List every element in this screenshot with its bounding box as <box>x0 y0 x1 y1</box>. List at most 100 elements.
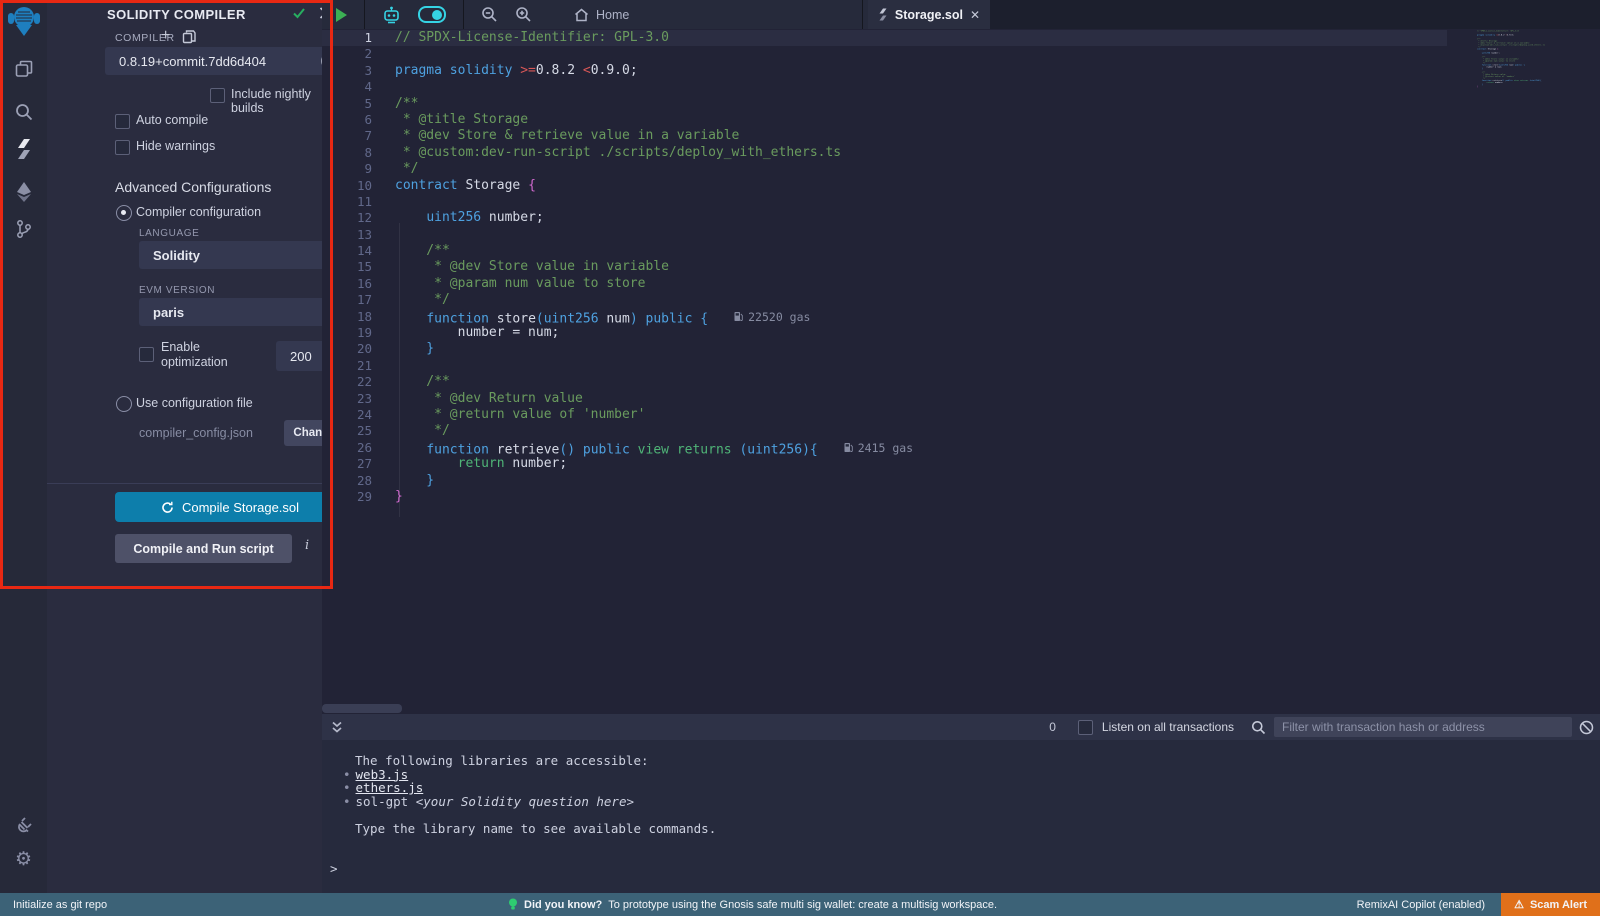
compile-button[interactable]: Compile Storage.sol <box>115 492 345 522</box>
code-line[interactable]: 6 * @title Storage <box>322 112 1447 128</box>
terminal-prompt[interactable]: > <box>330 862 338 876</box>
code-line[interactable]: 9 */ <box>322 161 1447 177</box>
solidity-compiler-panel: SOLIDITY COMPILER COMPILER + 0.8.19+comm… <box>47 0 322 893</box>
line-number: 25 <box>322 423 372 439</box>
line-number: 8 <box>322 145 372 161</box>
scam-alert-badge[interactable]: ⚠ Scam Alert <box>1501 893 1600 916</box>
library-link[interactable]: ethers.js <box>356 780 424 795</box>
clear-console-icon[interactable] <box>1579 720 1594 735</box>
line-number: 6 <box>322 112 372 128</box>
code-line[interactable]: 22 /** <box>322 374 1447 390</box>
terminal-line <box>322 808 1600 822</box>
terminal-body[interactable]: The following libraries are accessible:•… <box>322 740 1600 893</box>
code-line[interactable]: 14 /** <box>322 243 1447 259</box>
status-right-group: RemixAI Copilot (enabled) ⚠ Scam Alert <box>1357 893 1600 916</box>
code-line[interactable]: 13 <box>322 227 1447 243</box>
code-line[interactable]: 24 * @return value of 'number' <box>322 407 1447 423</box>
tabbar-icons-group <box>322 0 560 29</box>
warning-icon: ⚠ <box>1514 898 1524 911</box>
terminal-line: •ethers.js <box>322 781 1600 795</box>
include-nightly-checkbox[interactable] <box>210 88 225 103</box>
code-line[interactable]: 29} <box>322 489 1447 505</box>
settings-gear-icon[interactable]: ⚙ <box>0 842 47 876</box>
line-number: 10 <box>322 178 372 194</box>
tab-home[interactable]: Home <box>574 8 629 22</box>
enable-optimization-checkbox[interactable] <box>139 347 154 362</box>
editor-tabbar: Home Storage.sol ✕ <box>322 0 1600 29</box>
copilot-status[interactable]: RemixAI Copilot (enabled) <box>1357 899 1485 911</box>
editor-minimap[interactable]: // SPDX-License-Identifier: GPL-3.0 prag… <box>1477 30 1593 110</box>
auto-compile-checkbox[interactable] <box>115 114 130 129</box>
tab-storage-sol[interactable]: Storage.sol ✕ <box>868 0 990 29</box>
code-editor[interactable]: 1// SPDX-License-Identifier: GPL-3.023pr… <box>322 29 1600 714</box>
close-tab-icon[interactable]: ✕ <box>970 8 980 22</box>
code-line[interactable]: 28 } <box>322 473 1447 489</box>
line-number: 23 <box>322 391 372 407</box>
copy-compiler-icon[interactable] <box>182 29 196 44</box>
solidity-compiler-icon[interactable] <box>0 132 47 166</box>
code-line[interactable]: 11 <box>322 194 1447 210</box>
code-line[interactable]: 23 * @dev Return value <box>322 391 1447 407</box>
search-icon[interactable] <box>0 95 47 129</box>
language-select[interactable]: Solidity ▲▼ <box>139 241 345 269</box>
compiler-version-select[interactable]: 0.8.19+commit.7dd6d404 ▲▼ <box>105 47 345 75</box>
hide-warnings-checkbox[interactable] <box>115 140 130 155</box>
code-line[interactable]: 17 */ <box>322 292 1447 308</box>
remix-logo-icon[interactable] <box>0 4 47 38</box>
file-explorer-icon[interactable] <box>0 52 47 86</box>
compiler-config-radio[interactable] <box>116 205 132 221</box>
use-config-file-label: Use configuration file <box>136 396 253 410</box>
add-compiler-icon[interactable]: + <box>161 27 170 45</box>
code-line[interactable]: 25 */ <box>322 423 1447 439</box>
zoom-in-icon[interactable] <box>515 6 532 23</box>
tip-text: To prototype using the Gnosis safe multi… <box>608 899 997 911</box>
code-line[interactable]: 5/** <box>322 96 1447 112</box>
code-line[interactable]: 8 * @custom:dev-run-script ./scripts/dep… <box>322 145 1447 161</box>
code-line[interactable]: 15 * @dev Store value in variable <box>322 259 1447 275</box>
compile-success-check-icon <box>292 6 306 20</box>
expand-terminal-icon[interactable] <box>331 721 343 734</box>
git-icon[interactable] <box>0 212 47 246</box>
info-icon[interactable]: i <box>305 538 309 553</box>
line-number: 1 <box>322 30 372 46</box>
use-config-file-radio[interactable] <box>116 396 132 412</box>
code-line[interactable]: 10contract Storage { <box>322 178 1447 194</box>
code-line[interactable]: 19 number = num; <box>322 325 1447 341</box>
deploy-run-icon[interactable] <box>0 175 47 209</box>
editor-horizontal-scrollbar[interactable] <box>322 704 402 713</box>
evm-version-value: paris <box>139 305 184 320</box>
line-number: 21 <box>322 358 372 374</box>
code-line[interactable]: 1// SPDX-License-Identifier: GPL-3.0 <box>322 30 1447 46</box>
compile-and-run-button[interactable]: Compile and Run script <box>115 534 292 563</box>
code-line[interactable]: 26 function retrieve() public view retur… <box>322 440 1447 456</box>
optimization-runs-value: 200 <box>276 349 312 364</box>
git-init-status[interactable]: Initialize as git repo <box>13 899 107 911</box>
code-line[interactable]: 16 * @param num value to store <box>322 276 1447 292</box>
evm-version-select[interactable]: paris ▲▼ <box>139 298 345 326</box>
active-tab-label: Storage.sol <box>895 8 963 22</box>
panel-title: SOLIDITY COMPILER <box>107 7 246 22</box>
code-line[interactable]: 12 uint256 number; <box>322 210 1447 226</box>
listen-transactions-checkbox[interactable] <box>1078 720 1093 735</box>
evm-version-label: EVM VERSION <box>139 285 215 296</box>
code-line[interactable]: 2 <box>322 46 1447 62</box>
copilot-toggle[interactable] <box>418 6 446 23</box>
advanced-configurations-title[interactable]: Advanced Configurations <box>115 179 271 195</box>
compiler-config-label: Compiler configuration <box>136 205 261 219</box>
zoom-out-icon[interactable] <box>481 6 498 23</box>
code-line[interactable]: 3pragma solidity >=0.8.2 <0.9.0; <box>322 63 1447 79</box>
code-line[interactable]: 20 } <box>322 341 1447 357</box>
home-icon <box>574 8 589 22</box>
run-script-play-button[interactable] <box>336 8 347 22</box>
terminal-search-icon[interactable] <box>1251 720 1266 735</box>
solidity-file-icon <box>878 8 888 21</box>
plugin-manager-icon[interactable] <box>0 808 47 842</box>
transaction-filter-input[interactable] <box>1274 717 1572 737</box>
code-line[interactable]: 18 function store(uint256 num) public {2… <box>322 309 1447 325</box>
code-line[interactable]: 21 <box>322 358 1447 374</box>
indent-guide <box>399 223 400 517</box>
ai-copilot-robot-icon[interactable] <box>382 6 401 24</box>
code-line[interactable]: 7 * @dev Store & retrieve value in a var… <box>322 128 1447 144</box>
code-line[interactable]: 4 <box>322 79 1447 95</box>
code-line[interactable]: 27 return number; <box>322 456 1447 472</box>
